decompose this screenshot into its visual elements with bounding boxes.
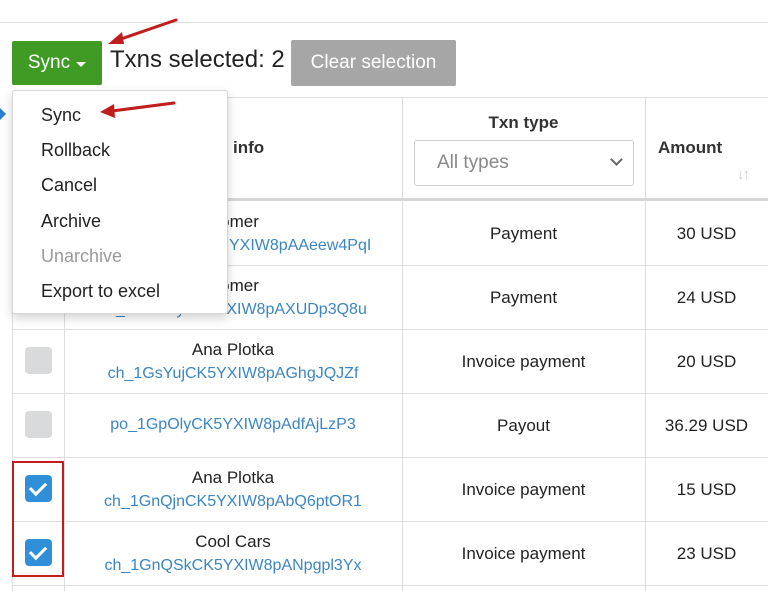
selection-count: Txns selected: 2 [110, 46, 285, 73]
row-customer-name: Ana Plotka [191, 468, 275, 487]
menu-item-export-to-excel[interactable]: Export to excel [13, 275, 227, 310]
menu-item-archive[interactable]: Archive [13, 205, 227, 240]
row-amount: 24 USD [676, 288, 737, 307]
sync-dropdown-menu: Sync Rollback Cancel Archive Unarchive E… [12, 90, 228, 314]
row-divider [12, 585, 768, 586]
sync-button-label: Sync [27, 52, 71, 73]
row-transaction-link[interactable]: YXIW8pAAeew4PqI [229, 237, 371, 255]
row-amount: 36.29 USD [664, 416, 749, 435]
menu-item-cancel[interactable]: Cancel [13, 169, 227, 204]
menu-item-rollback[interactable]: Rollback [13, 134, 227, 169]
chevron-down-icon [610, 153, 623, 166]
row-amount: 20 USD [676, 352, 737, 371]
row-txn-type: Invoice payment [461, 480, 586, 499]
column-divider [402, 97, 403, 591]
column-divider [645, 97, 646, 591]
row-divider [12, 393, 768, 394]
annotation-arrow-icon [108, 18, 178, 44]
txn-type-filter-value: All types [437, 152, 509, 173]
row-checkbox[interactable] [25, 411, 52, 438]
row-txn-type: Invoice payment [461, 544, 586, 563]
row-transaction-link[interactable]: ch_1GnQjnCK5YXIW8pAbQ6ptOR1 [64, 493, 402, 511]
row-transaction-link[interactable]: ch_1GsYujCK5YXIW8pAGhgJQJZf [64, 365, 402, 383]
selection-highlight-box [12, 461, 64, 577]
row-transaction-link[interactable]: po_1GpOlyCK5YXIW8pAdfAjLzP3 [64, 416, 402, 434]
caret-down-icon [76, 61, 87, 67]
row-divider [12, 329, 768, 330]
pointer-marker-icon [0, 108, 6, 120]
annotation-arrow-icon [100, 101, 176, 118]
sync-dropdown-button[interactable]: Sync [12, 41, 102, 85]
sort-icon[interactable]: ↓↑ [737, 166, 750, 183]
row-txn-type: Invoice payment [461, 352, 586, 371]
menu-item-unarchive: Unarchive [41, 245, 123, 266]
row-amount: 15 USD [676, 480, 737, 499]
row-divider [12, 457, 768, 458]
txn-type-filter-select[interactable]: All types [414, 140, 634, 186]
row-customer-name: Ana Plotka [191, 340, 275, 359]
row-checkbox[interactable] [25, 347, 52, 374]
row-amount: 23 USD [676, 544, 737, 563]
row-amount: 30 USD [676, 224, 737, 243]
row-customer-name: Cool Cars [195, 532, 271, 551]
column-header-txn-type[interactable]: Txn type [402, 113, 645, 133]
row-txn-type: Payout [497, 416, 550, 435]
row-transaction-link[interactable]: ch_1GnQSkCK5YXIW8pANpgpl3Yx [64, 557, 402, 575]
row-divider [12, 521, 768, 522]
row-txn-type: Payment [489, 224, 558, 243]
clear-selection-button[interactable]: Clear selection [291, 40, 456, 86]
column-header-info[interactable]: info [233, 138, 264, 158]
row-txn-type: Payment [489, 288, 558, 307]
column-header-amount[interactable]: Amount [658, 138, 722, 158]
